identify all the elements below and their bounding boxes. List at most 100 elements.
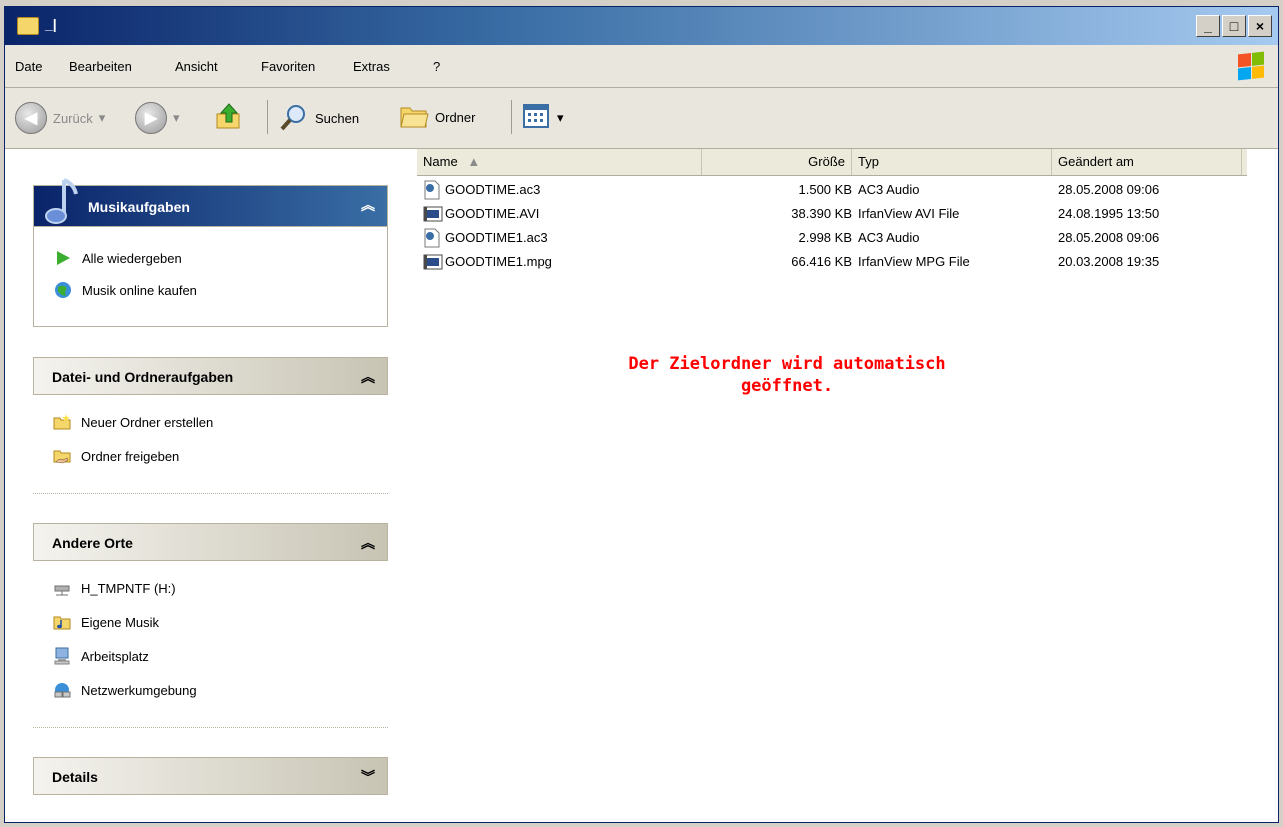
- panel-datei-title: Datei- und Ordneraufgaben: [52, 369, 234, 385]
- column-header-label: Name: [423, 154, 458, 169]
- file-row[interactable]: GOODTIME1.mpg 66.416 KB IrfanView MPG Fi…: [417, 251, 1247, 275]
- file-name: GOODTIME.ac3: [445, 182, 541, 197]
- panel-musik-title: Musikaufgaben: [88, 199, 190, 215]
- toolbar-separator: [267, 100, 268, 134]
- folders-icon: [399, 102, 429, 133]
- file-list-pane: Name ▲ Größe Typ Geändert am GOODTIME.ac…: [417, 149, 1278, 822]
- place-label: Netzwerkumgebung: [81, 682, 197, 698]
- file-row[interactable]: GOODTIME.AVI 38.390 KB IrfanView AVI Fil…: [417, 203, 1247, 227]
- collapse-chevron-icon[interactable]: ︽: [361, 195, 375, 215]
- task-label: Ordner freigeben: [81, 448, 180, 464]
- network-places-icon: [53, 681, 71, 699]
- globe-icon: [54, 281, 72, 299]
- views-dropdown-icon: ▾: [557, 109, 564, 125]
- column-header-size[interactable]: Größe: [702, 149, 852, 175]
- expand-chevron-icon[interactable]: ︾: [361, 767, 375, 787]
- file-size: 1.500 KB: [798, 182, 853, 197]
- collapse-chevron-icon[interactable]: ︽: [361, 367, 375, 387]
- task-label: Alle wiedergeben: [82, 250, 182, 266]
- column-header-modified[interactable]: Geändert am: [1052, 149, 1242, 175]
- panel-musik-header[interactable]: Musikaufgaben ︽: [33, 178, 388, 227]
- folders-label: Ordner: [435, 110, 476, 125]
- file-name: GOODTIME1.ac3: [445, 230, 548, 245]
- file-row[interactable]: GOODTIME.ac3 1.500 KB AC3 Audio 28.05.20…: [417, 179, 1247, 203]
- menu-favoriten[interactable]: Favoriten: [261, 59, 315, 74]
- audio-file-icon: [423, 228, 441, 251]
- task-play-all[interactable]: Alle wiedergeben: [54, 249, 182, 267]
- message-line: geöffnet.: [740, 376, 834, 396]
- minimize-button[interactable]: _: [1196, 15, 1220, 37]
- place-label: Arbeitsplatz: [81, 648, 149, 664]
- collapse-chevron-icon[interactable]: ︽: [361, 533, 375, 553]
- column-header-label: Geändert am: [1058, 154, 1134, 169]
- place-network-drive[interactable]: H_TMPNTF (H:): [53, 579, 176, 597]
- panel-andere-title: Andere Orte: [52, 535, 133, 551]
- file-row[interactable]: GOODTIME1.ac3 2.998 KB AC3 Audio 28.05.2…: [417, 227, 1247, 251]
- column-header-label: Größe: [808, 154, 845, 169]
- views-button[interactable]: ▾: [521, 102, 564, 133]
- panel-datei-header[interactable]: Datei- und Ordneraufgaben ︽: [33, 357, 388, 395]
- task-label: Neuer Ordner erstellen: [81, 414, 214, 430]
- back-arrow-icon: ◀: [15, 102, 47, 134]
- network-drive-icon: [53, 579, 71, 597]
- file-type: IrfanView MPG File: [858, 254, 970, 269]
- new-folder-icon: [53, 413, 71, 431]
- file-size: 2.998 KB: [798, 230, 853, 245]
- music-folder-icon: [53, 613, 71, 631]
- explorer-window: _| _ □ × Date Bearbeiten Ansicht Favorit…: [4, 6, 1279, 823]
- folders-button[interactable]: Ordner: [399, 102, 475, 133]
- place-label: Eigene Musik: [81, 614, 160, 630]
- file-size: 38.390 KB: [791, 206, 852, 221]
- menu-extras[interactable]: Extras: [353, 59, 390, 74]
- back-label: Zurück: [53, 110, 93, 126]
- place-my-music[interactable]: Eigene Musik: [53, 613, 159, 631]
- task-share-folder[interactable]: Ordner freigeben: [53, 447, 179, 465]
- panel-divider: [33, 727, 388, 728]
- shared-folder-icon: [53, 447, 71, 465]
- panel-divider: [33, 493, 388, 494]
- sort-ascending-icon: ▲: [467, 154, 481, 169]
- title-bar[interactable]: _| _ □ ×: [5, 7, 1278, 45]
- panel-andere-header[interactable]: Andere Orte ︽: [33, 523, 388, 561]
- panel-musik-body: Alle wiedergeben Musik online kaufen: [33, 227, 388, 327]
- folder-icon: [17, 17, 39, 35]
- video-file-icon: [423, 253, 443, 274]
- file-type: AC3 Audio: [858, 182, 920, 197]
- maximize-button[interactable]: □: [1222, 15, 1246, 37]
- search-label: Suchen: [315, 111, 360, 126]
- column-header-type[interactable]: Typ: [852, 149, 1052, 175]
- close-button[interactable]: ×: [1248, 15, 1272, 37]
- back-button[interactable]: ◀ Zurück ▾: [15, 102, 105, 134]
- file-modified: 20.03.2008 19:35: [1058, 254, 1160, 269]
- menu-bar: Date Bearbeiten Ansicht Favoriten Extras…: [5, 45, 1278, 88]
- file-type: IrfanView AVI File: [858, 206, 960, 221]
- task-label: Musik online kaufen: [82, 282, 197, 298]
- place-network[interactable]: Netzwerkumgebung: [53, 681, 197, 699]
- up-folder-icon: [215, 102, 243, 130]
- windows-logo-icon: [1238, 51, 1264, 81]
- search-icon: [279, 102, 309, 135]
- forward-button[interactable]: ▶ ▾: [135, 102, 180, 134]
- menu-help[interactable]: ?: [433, 59, 440, 74]
- overlay-message: Der Zielordner wird automatisch geöffnet…: [507, 353, 1067, 397]
- window-title: _|: [45, 16, 57, 32]
- menu-bearbeiten[interactable]: Bearbeiten: [69, 59, 132, 74]
- file-name: GOODTIME1.mpg: [445, 254, 552, 269]
- task-new-folder[interactable]: Neuer Ordner erstellen: [53, 413, 213, 431]
- menu-ansicht[interactable]: Ansicht: [175, 59, 218, 74]
- menu-datei[interactable]: Date: [15, 59, 42, 74]
- audio-file-icon: [423, 180, 441, 203]
- search-button[interactable]: Suchen: [279, 102, 359, 135]
- task-buy-music[interactable]: Musik online kaufen: [54, 281, 197, 299]
- computer-icon: [53, 647, 71, 665]
- forward-arrow-icon: ▶: [135, 102, 167, 134]
- task-pane: Musikaufgaben ︽ Alle wiedergeben Musik o…: [5, 149, 405, 822]
- play-icon: [54, 249, 72, 267]
- panel-details-header[interactable]: Details ︾: [33, 757, 388, 795]
- music-note-icon: [40, 176, 80, 231]
- up-button[interactable]: [215, 102, 243, 130]
- file-size: 66.416 KB: [791, 254, 852, 269]
- views-icon: [521, 102, 551, 133]
- column-header-name[interactable]: Name ▲: [417, 149, 702, 175]
- place-my-computer[interactable]: Arbeitsplatz: [53, 647, 149, 665]
